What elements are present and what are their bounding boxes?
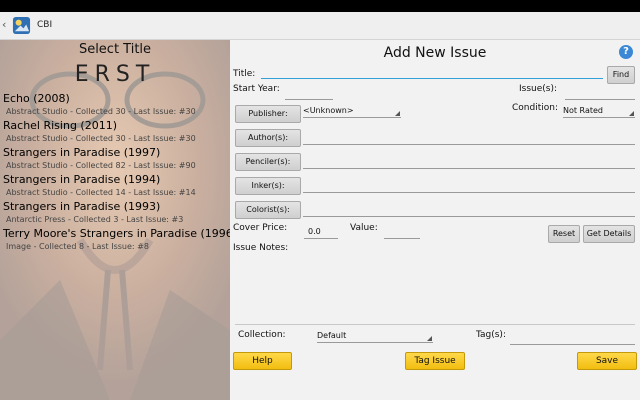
collection-value: Default <box>317 331 347 340</box>
dropdown-arrow-icon <box>629 111 634 116</box>
list-item-title: Strangers in Paradise (1997) <box>3 146 161 159</box>
list-item[interactable]: Rachel Rising (2011) Abstract Studio - C… <box>3 119 228 146</box>
get-details-button[interactable]: Get Details <box>583 225 635 243</box>
back-chevron-icon[interactable]: ‹ <box>2 18 6 31</box>
colorists-input[interactable] <box>303 205 635 217</box>
select-title-heading: Select Title <box>78 42 152 57</box>
pencilers-input[interactable] <box>303 157 635 169</box>
tag-issue-button[interactable]: Tag Issue <box>405 352 465 370</box>
action-bar: ‹ CBI <box>0 12 640 40</box>
list-item-title: Strangers in Paradise (1993) <box>3 200 161 213</box>
list-item[interactable]: Strangers in Paradise (1993) Antarctic P… <box>3 200 228 227</box>
condition-value: Not Rated <box>563 106 603 115</box>
authors-button[interactable]: Author(s): <box>235 129 301 147</box>
collection-label: Collection: <box>238 330 286 340</box>
list-item-subtitle: Image - Collected 8 - Last Issue: #8 <box>6 242 149 251</box>
authors-input[interactable] <box>303 133 635 145</box>
cover-price-input[interactable]: 0.0 <box>304 227 338 239</box>
add-issue-form: Add New Issue ? Title: Find Start Year: … <box>230 40 640 400</box>
find-button[interactable]: Find <box>607 66 635 84</box>
list-item[interactable]: Strangers in Paradise (1994) Abstract St… <box>3 173 228 200</box>
list-item-title: Rachel Rising (2011) <box>3 119 117 132</box>
pencilers-button[interactable]: Penciler(s): <box>235 153 301 171</box>
list-item-title: Strangers in Paradise (1994) <box>3 173 161 186</box>
notes-divider <box>235 324 635 325</box>
publisher-dropdown[interactable]: <Unknown> <box>303 106 401 118</box>
issues-input[interactable] <box>565 88 635 100</box>
title-list-panel: Select Title ERST Echo (2008) Abstract S… <box>0 40 230 400</box>
list-item[interactable]: Strangers in Paradise (1997) Abstract St… <box>3 146 228 173</box>
publisher-button[interactable]: Publisher: <box>235 105 301 123</box>
condition-label: Condition: <box>512 103 558 113</box>
list-item-subtitle: Antarctic Press - Collected 3 - Last Iss… <box>6 215 184 224</box>
dropdown-arrow-icon <box>427 336 432 341</box>
help-icon[interactable]: ? <box>619 45 633 59</box>
condition-dropdown[interactable]: Not Rated <box>563 106 635 118</box>
title-list: Echo (2008) Abstract Studio - Collected … <box>3 92 230 254</box>
app-title: CBI <box>37 20 53 30</box>
save-button[interactable]: Save <box>577 352 637 370</box>
issues-label: Issue(s): <box>519 84 558 94</box>
list-item-title: Terry Moore's Strangers in Paradise (199… <box>3 227 230 240</box>
start-year-input[interactable] <box>285 88 333 100</box>
form-title: Add New Issue <box>383 45 487 61</box>
issue-notes-input[interactable] <box>235 254 635 324</box>
tags-input[interactable] <box>510 333 635 345</box>
collection-dropdown[interactable]: Default <box>317 331 433 343</box>
list-item-subtitle: Abstract Studio - Collected 30 - Last Is… <box>6 107 196 116</box>
list-item[interactable]: Terry Moore's Strangers in Paradise (199… <box>3 227 230 254</box>
title-input[interactable] <box>261 67 603 79</box>
title-label: Title: <box>233 69 256 79</box>
cover-price-value: 0.0 <box>308 227 321 236</box>
publisher-value: <Unknown> <box>303 106 354 115</box>
tags-label: Tag(s): <box>476 330 506 340</box>
list-item-subtitle: Abstract Studio - Collected 82 - Last Is… <box>6 161 196 170</box>
dropdown-arrow-icon <box>395 111 400 116</box>
colorists-button[interactable]: Colorist(s): <box>235 201 301 219</box>
start-year-label: Start Year: <box>233 84 280 94</box>
issue-notes-label: Issue Notes: <box>233 243 289 253</box>
list-item-title: Echo (2008) <box>3 92 70 105</box>
cover-price-label: Cover Price: <box>233 223 288 233</box>
list-item[interactable]: Echo (2008) Abstract Studio - Collected … <box>3 92 228 119</box>
value-input[interactable] <box>384 227 420 239</box>
series-logo: ERST <box>74 62 156 87</box>
app-icon[interactable] <box>12 16 31 35</box>
help-button[interactable]: Help <box>233 352 292 370</box>
inkers-input[interactable] <box>303 181 635 193</box>
inkers-button[interactable]: Inker(s): <box>235 177 301 195</box>
list-item-subtitle: Abstract Studio - Collected 30 - Last Is… <box>6 134 196 143</box>
list-item-subtitle: Abstract Studio - Collected 14 - Last Is… <box>6 188 196 197</box>
value-label: Value: <box>350 223 378 233</box>
status-bar <box>0 0 640 12</box>
reset-button[interactable]: Reset <box>548 225 580 243</box>
